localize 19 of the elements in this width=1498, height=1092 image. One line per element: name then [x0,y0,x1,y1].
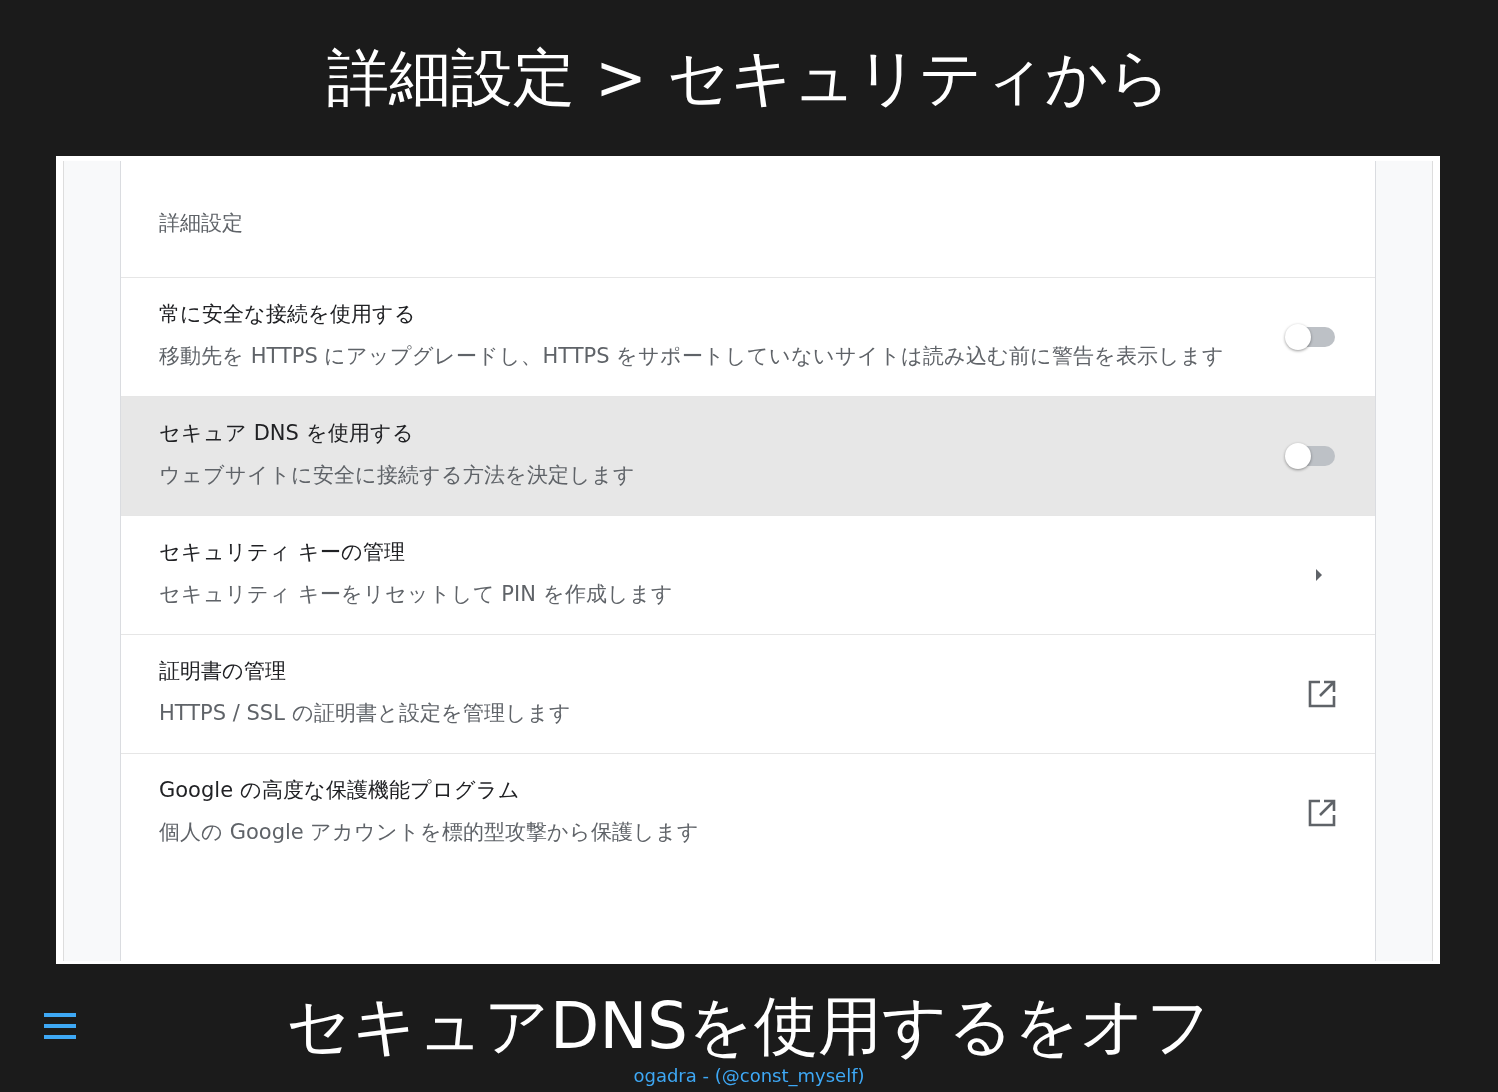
setting-title: Google の高度な保護機能プログラム [159,777,521,804]
setting-row[interactable]: セキュア DNS を使用する ウェブサイトに安全に接続する方法を決定します [121,396,1375,515]
setting-description: 移動先を HTTPS にアップグレードし、HTTPS をサポートしていないサイトは読み込む前に警告を表示します [159,343,1226,370]
chevron-right-icon[interactable] [1315,568,1323,582]
external-link-icon[interactable] [1307,679,1337,709]
setting-description: ウェブサイトに安全に接続する方法を決定します [159,462,636,489]
slide-title: 詳細設定 > セキュリティから [327,40,1171,116]
section-title: 詳細設定 [158,210,244,237]
setting-title: セキュア DNS を使用する [159,420,415,447]
setting-description: HTTPS / SSL の証明書と設定を管理します [159,700,572,727]
setting-description: セキュリティ キーをリセットして PIN を作成します [159,581,674,608]
menu-icon[interactable] [44,1012,76,1040]
setting-title: 証明書の管理 [159,658,287,685]
slide-caption: セキュアDNSを使用するをオフ [286,994,1212,1058]
author-credit: ogadra - (@const_myself) [633,1065,865,1086]
external-link-icon[interactable] [1307,798,1337,828]
setting-title: 常に安全な接続を使用する [159,301,417,328]
setting-title: セキュリティ キーの管理 [159,539,406,566]
setting-description: 個人の Google アカウントを標的型攻撃から保護します [159,819,701,846]
